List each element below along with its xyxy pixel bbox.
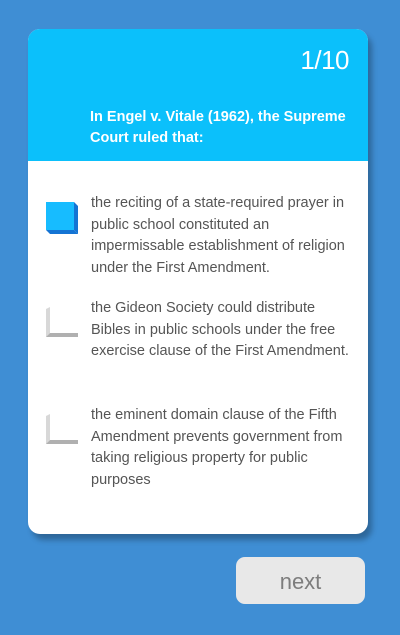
answer-option-text: the reciting of a state-required prayer …	[91, 195, 345, 276]
next-button[interactable]: next	[236, 557, 365, 604]
selected-answer-icon	[46, 202, 78, 234]
quiz-card: 1/10 In Engel v. Vitale (1962), the Supr…	[28, 29, 368, 534]
question-text: In Engel v. Vitale (1962), the Supreme C…	[90, 109, 346, 146]
answer-option-text: the Gideon Society could distribute Bibl…	[91, 300, 349, 359]
question-header: 1/10 In Engel v. Vitale (1962), the Supr…	[28, 29, 368, 161]
answer-option-text: the eminent domain clause of the Fifth A…	[91, 407, 343, 488]
question-counter: 1/10	[300, 45, 349, 75]
unselected-answer-icon	[46, 307, 78, 337]
unselected-answer-icon	[46, 414, 78, 444]
